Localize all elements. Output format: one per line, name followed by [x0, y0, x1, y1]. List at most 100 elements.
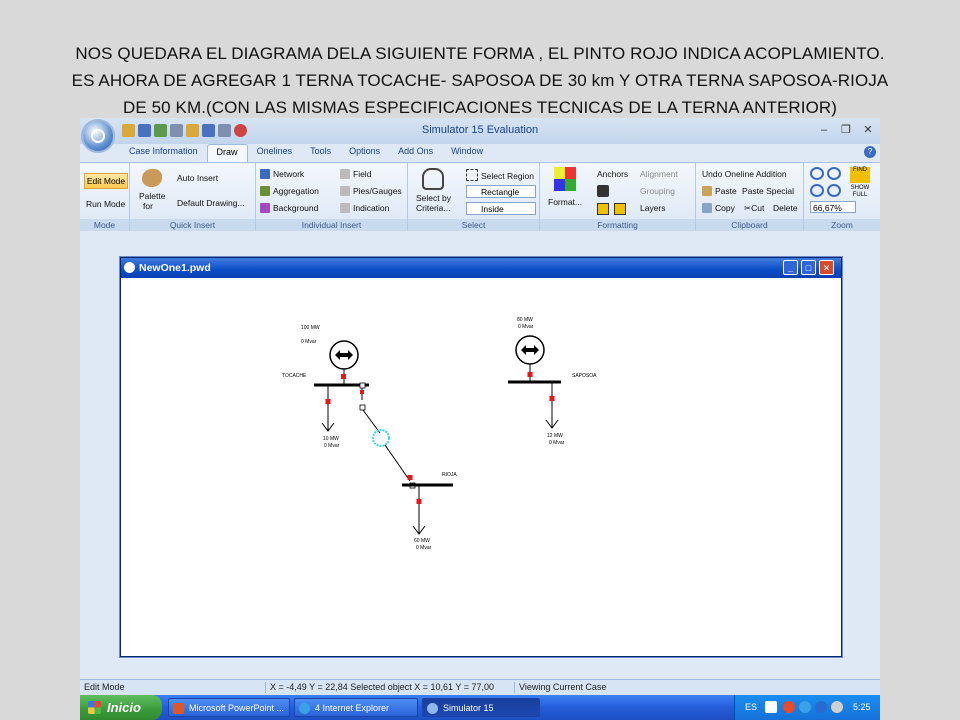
workspace: NewOne1.pwd _ □ ✕ 100 MW 0 Mvar TOCACHE [80, 231, 880, 677]
layer-color2-icon[interactable] [614, 203, 626, 215]
tab-tools[interactable]: Tools [301, 144, 340, 162]
run-mode-button[interactable]: Run Mode [86, 199, 125, 209]
load-saposoa[interactable] [545, 382, 559, 429]
show-label: SHOW [850, 185, 870, 191]
start-button[interactable]: Inicio [80, 695, 162, 720]
group-formatting: Format... Anchors Alignment Grouping Lay… [540, 163, 696, 231]
language-indicator[interactable]: ES [745, 702, 757, 712]
network-tray-icon[interactable] [799, 701, 811, 713]
paste-button[interactable]: Paste [702, 186, 737, 196]
tab-draw[interactable]: Draw [206, 144, 248, 163]
layers-button[interactable]: Layers [640, 203, 666, 213]
generator-tocache[interactable] [329, 340, 359, 384]
oneline-diagram[interactable]: 100 MW 0 Mvar TOCACHE 10 MW 0 Mvar RIOJA… [121, 278, 839, 654]
coupling-point [341, 374, 346, 379]
select-by-button[interactable]: Select by [416, 193, 451, 203]
edit-mode-button[interactable]: Edit Mode [84, 173, 128, 189]
minimize-icon[interactable]: – [816, 123, 832, 137]
volume-icon[interactable] [831, 701, 843, 713]
aggregation-button[interactable]: Aggregation [260, 186, 319, 196]
task-powerpoint[interactable]: Microsoft PowerPoint ... [168, 698, 290, 717]
app-title: Simulator 15 Evaluation [421, 124, 539, 136]
task-powerpoint-label: Microsoft PowerPoint ... [189, 703, 285, 713]
show-full-button[interactable]: SHOW FULL [850, 185, 870, 199]
load-rioja[interactable] [412, 485, 426, 535]
pointer-hand-icon [422, 168, 444, 190]
doc-maximize-icon[interactable]: □ [801, 260, 816, 275]
indication-button[interactable]: Indication [340, 203, 389, 213]
group-zoom: FIND SHOW FULL 66,67% Zoom [804, 163, 880, 231]
field-label: Field [353, 169, 372, 179]
zoom-level-input[interactable]: 66,67% [810, 201, 856, 213]
background-button[interactable]: Background [260, 203, 318, 213]
group-individual-insert: Network Aggregation Background Field Pie… [256, 163, 408, 231]
grouping-button[interactable]: Grouping [640, 186, 675, 196]
select-region-button[interactable]: Select Region [466, 169, 534, 181]
anchors-button[interactable]: Anchors [597, 169, 628, 179]
antivirus-icon[interactable] [783, 701, 795, 713]
copy-button[interactable]: Copy [702, 203, 735, 213]
task-ie-label: 4 Internet Explorer [315, 703, 390, 713]
coupling-point [527, 372, 533, 377]
breaker-icon [359, 404, 366, 411]
indication-icon [340, 203, 350, 213]
paste-icon [702, 186, 712, 196]
restore-icon[interactable]: ❐ [838, 123, 854, 137]
rectangle-select[interactable]: Rectangle [466, 185, 536, 198]
powerpoint-icon [173, 703, 184, 714]
layer-color-icon[interactable] [597, 203, 609, 215]
simulator-window: Simulator 15 Evaluation – ❐ ✕ Case Infor… [80, 118, 880, 720]
load-tocache-mw: 10 MW [323, 436, 339, 442]
auto-insert-button[interactable]: Auto Insert [177, 173, 218, 183]
line-tocache-rioja[interactable] [359, 382, 416, 489]
help-tray-icon[interactable] [765, 701, 777, 713]
generator-saposoa[interactable] [515, 335, 545, 381]
help-icon[interactable]: ? [864, 146, 876, 158]
zoom-in-area-icon[interactable] [810, 167, 824, 180]
task-simulator[interactable]: Simulator 15 [422, 698, 540, 717]
transformer-icon[interactable] [372, 429, 390, 447]
group-label-mode: Mode [80, 219, 129, 231]
zoom-out-area-icon[interactable] [827, 167, 841, 180]
windows-taskbar: Inicio Microsoft PowerPoint ... 4 Intern… [80, 695, 880, 720]
doc-minimize-icon[interactable]: _ [783, 260, 798, 275]
zoom-in-icon[interactable] [810, 184, 824, 197]
undo-button[interactable]: Undo Oneline Addition [702, 169, 787, 179]
tab-options[interactable]: Options [340, 144, 389, 162]
cut-button[interactable]: ✂Cut [744, 203, 764, 214]
coupling-point [325, 399, 331, 404]
shield-icon[interactable] [815, 701, 827, 713]
tab-add-ons[interactable]: Add Ons [389, 144, 442, 162]
alignment-button[interactable]: Alignment [640, 169, 678, 179]
default-drawing-button[interactable]: Default Drawing... [177, 198, 245, 208]
task-internet-explorer[interactable]: 4 Internet Explorer [294, 698, 418, 717]
palette-button[interactable]: Palette [139, 191, 165, 201]
inside-select[interactable]: Inside [466, 202, 536, 215]
coupling-point [549, 396, 555, 401]
copy-label: Copy [715, 203, 735, 213]
group-label-individual-insert: Individual Insert [256, 219, 407, 231]
close-icon[interactable]: ✕ [860, 123, 876, 137]
pie-icon [340, 186, 350, 196]
zoom-out-icon[interactable] [827, 184, 841, 197]
load-tocache[interactable] [321, 385, 335, 432]
field-button[interactable]: Field [340, 169, 371, 179]
application-orb-button[interactable] [83, 121, 113, 151]
tab-window[interactable]: Window [442, 144, 492, 162]
group-label-clipboard: Clipboard [696, 219, 803, 231]
find-button[interactable]: FIND [850, 167, 870, 183]
tab-onelines[interactable]: Onelines [248, 144, 302, 162]
doc-close-icon[interactable]: ✕ [819, 260, 834, 275]
network-icon [260, 169, 270, 179]
simulator-icon [427, 703, 438, 714]
format-button[interactable]: Format... [548, 197, 582, 207]
clock: 5:25 [853, 702, 871, 712]
network-button[interactable]: Network [260, 169, 304, 179]
pies-gauges-button[interactable]: Pies/Gauges [340, 186, 402, 196]
eyedropper-icon[interactable] [597, 185, 609, 197]
paste-special-button[interactable]: Paste Special [742, 186, 794, 196]
tab-case-information[interactable]: Case Information [120, 144, 207, 162]
oneline-document-window: NewOne1.pwd _ □ ✕ 100 MW 0 Mvar TOCACHE [120, 257, 842, 657]
delete-button[interactable]: Delete [773, 203, 798, 213]
copy-icon [702, 203, 712, 213]
